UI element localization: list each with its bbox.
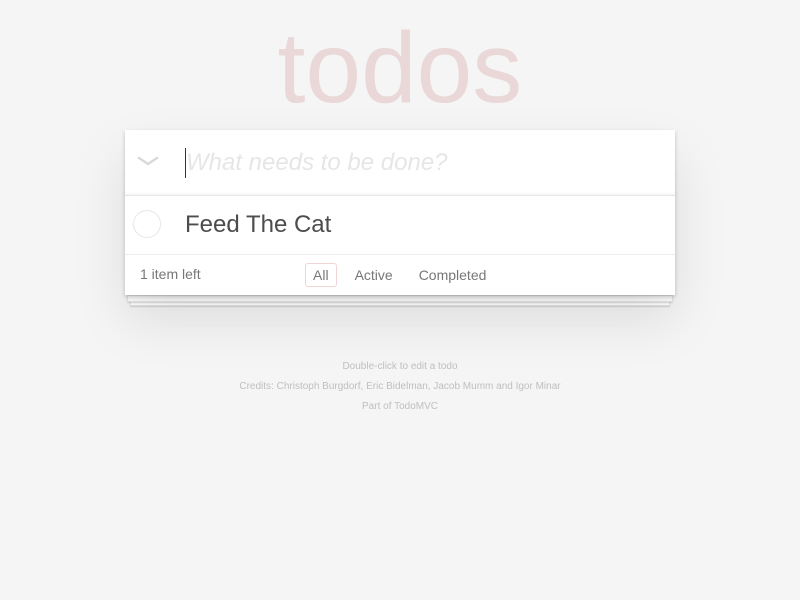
part-of-link[interactable]: Part of TodoMVC [0, 397, 800, 417]
info-footer: Double-click to edit a todo Credits: Chr… [0, 357, 800, 417]
stack-shadow-upper [127, 295, 673, 302]
filter-all[interactable]: All [305, 263, 337, 287]
todo-app: Feed The Cat 1 item left All Active Comp… [125, 130, 675, 295]
app-title: todos [277, 12, 523, 124]
todo-item[interactable]: Feed The Cat [125, 196, 675, 255]
todo-footer: 1 item left All Active Completed [125, 255, 675, 295]
todo-label[interactable]: Feed The Cat [185, 210, 331, 240]
chevron-down-icon[interactable] [133, 146, 163, 176]
filters: All Active Completed [305, 263, 494, 287]
edit-hint: Double-click to edit a todo [342, 361, 458, 372]
filter-active[interactable]: Active [347, 263, 401, 287]
filter-completed[interactable]: Completed [411, 263, 495, 287]
new-todo-input[interactable] [185, 148, 656, 178]
todo-list: Feed The Cat [125, 196, 675, 255]
todo-checkbox[interactable] [133, 210, 161, 238]
todo-count: 1 item left [140, 266, 201, 282]
credits: Credits: Christoph Burgdorf, Eric Bidelm… [239, 381, 561, 392]
todo-header [125, 130, 675, 196]
